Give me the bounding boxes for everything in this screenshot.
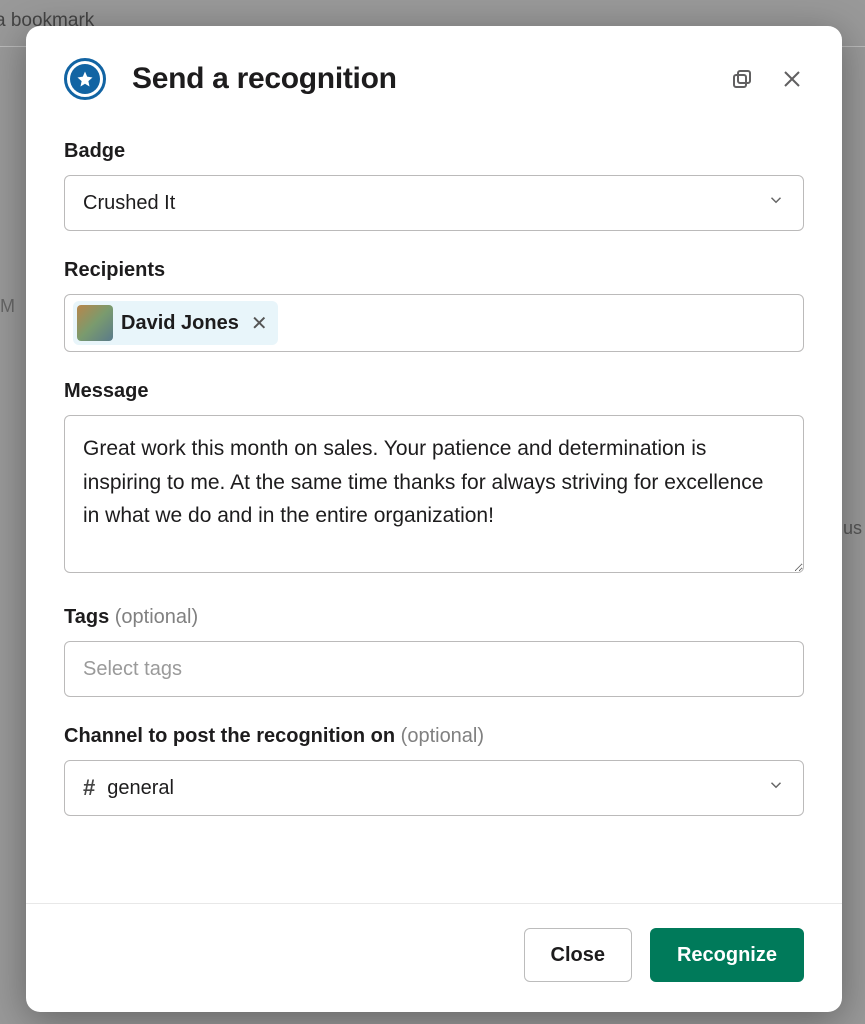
bg-m-text: M (0, 296, 15, 317)
message-textarea[interactable] (64, 415, 804, 573)
remove-chip-icon[interactable]: ✕ (251, 311, 268, 336)
badge-value: Crushed It (83, 192, 175, 215)
recipient-name: David Jones (121, 312, 239, 335)
channel-select[interactable]: # general (64, 760, 804, 816)
chevron-down-icon (767, 776, 785, 800)
channel-optional: (optional) (401, 725, 484, 747)
hash-icon: # (83, 775, 95, 801)
close-icon[interactable] (780, 67, 804, 91)
channel-value: general (107, 777, 174, 800)
recipients-input[interactable]: David Jones ✕ (64, 294, 804, 352)
channel-label: Channel to post the recognition on (opti… (64, 725, 804, 748)
badge-field: Badge Crushed It (64, 140, 804, 231)
tags-label-text: Tags (64, 606, 109, 628)
channel-label-text: Channel to post the recognition on (64, 725, 395, 747)
bg-us-text: us (843, 518, 862, 539)
close-button[interactable]: Close (524, 928, 632, 982)
channel-field: Channel to post the recognition on (opti… (64, 725, 804, 816)
tags-label: Tags (optional) (64, 606, 804, 629)
badge-label: Badge (64, 140, 804, 163)
modal-header: Send a recognition (26, 26, 842, 110)
modal-footer: Close Recognize (26, 903, 842, 1012)
message-label: Message (64, 380, 804, 403)
recognition-modal: Send a recognition Badge Crushed It Reci… (26, 26, 842, 1012)
tags-select[interactable]: Select tags (64, 641, 804, 697)
tags-placeholder: Select tags (83, 658, 182, 681)
modal-title: Send a recognition (132, 62, 704, 96)
open-new-window-icon[interactable] (730, 67, 754, 91)
recipients-label: Recipients (64, 259, 804, 282)
recognize-button[interactable]: Recognize (650, 928, 804, 982)
star-badge-icon (64, 58, 106, 100)
modal-body: Badge Crushed It Recipients David Jones … (26, 110, 842, 903)
recipients-field: Recipients David Jones ✕ (64, 259, 804, 352)
avatar (77, 305, 113, 341)
chevron-down-icon (767, 191, 785, 215)
tags-optional: (optional) (115, 606, 198, 628)
badge-select[interactable]: Crushed It (64, 175, 804, 231)
message-field: Message (64, 380, 804, 578)
recipient-chip[interactable]: David Jones ✕ (73, 301, 278, 345)
tags-field: Tags (optional) Select tags (64, 606, 804, 697)
